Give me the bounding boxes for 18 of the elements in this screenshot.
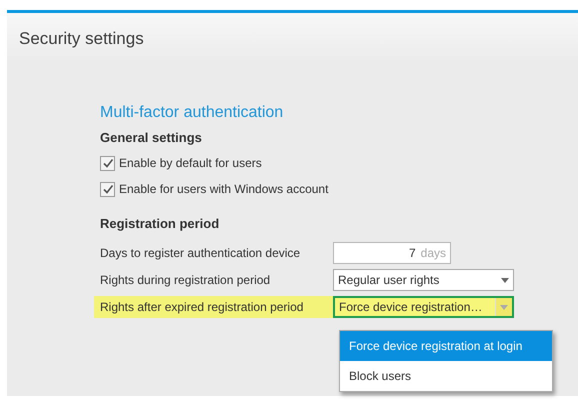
field-label: Rights during registration period [99, 272, 272, 289]
caret-icon [500, 304, 508, 310]
dropdown-option[interactable]: Block users [340, 361, 552, 391]
dropdown-option[interactable]: Force device registration at login [340, 331, 552, 361]
field-label: Rights after expired registration period [94, 296, 333, 318]
checkbox-label[interactable]: Enable by default for users [119, 154, 262, 172]
field-label: Days to register authentication device [99, 245, 302, 262]
dropdown[interactable]: Force device registration… [333, 296, 514, 318]
group-heading: Registration period [100, 215, 220, 233]
checkbox[interactable] [100, 182, 115, 196]
days-field[interactable]: 7 days [333, 242, 451, 264]
caret-icon [500, 278, 508, 282]
panel-title: Security settings [18, 28, 144, 50]
group-heading: General settings [100, 128, 202, 147]
checkbox[interactable] [100, 156, 115, 170]
dropdown[interactable]: Regular user rights [333, 269, 514, 291]
checkbox-label[interactable]: Enable for users with Windows account [119, 180, 328, 198]
section-heading: Multi-factor authentication [100, 102, 284, 122]
